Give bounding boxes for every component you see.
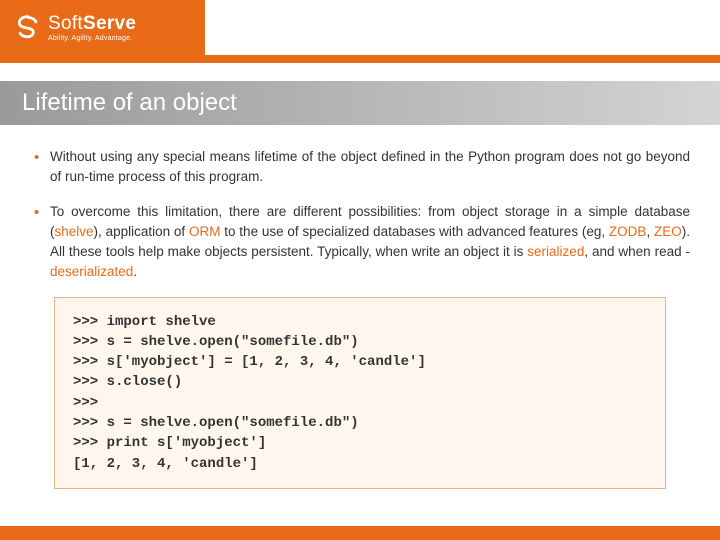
content: Without using any special means lifetime…: [0, 125, 720, 489]
bullet-text-part: .: [133, 264, 137, 279]
logo-tagline: Ability. Agility. Advantage.: [48, 35, 136, 42]
header-stripe: [0, 55, 720, 63]
title-bar: Lifetime of an object: [0, 81, 720, 125]
footer-stripe: [0, 526, 720, 540]
bullet-text-part: ), application of: [94, 224, 189, 239]
page-title: Lifetime of an object: [22, 89, 237, 117]
bullet-text: Without using any special means lifetime…: [50, 149, 690, 184]
logo-name: SoftServe: [48, 14, 136, 33]
bullet-list: Without using any special means lifetime…: [30, 147, 690, 283]
logo-text: SoftServe Ability. Agility. Advantage.: [48, 14, 136, 42]
highlight-term: ZEO: [654, 224, 682, 239]
bullet-item: To overcome this limitation, there are d…: [30, 202, 690, 283]
highlight-term: shelve: [55, 224, 94, 239]
highlight-term: deserializated: [50, 264, 133, 279]
logo-name-light: Soft: [48, 13, 83, 34]
bullet-text-part: , and when read -: [584, 244, 690, 259]
bullet-item: Without using any special means lifetime…: [30, 147, 690, 188]
logo-name-bold: Serve: [83, 13, 136, 34]
code-example: >>> import shelve >>> s = shelve.open("s…: [54, 297, 666, 489]
highlight-term: ORM: [189, 224, 221, 239]
logo: SoftServe Ability. Agility. Advantage.: [0, 0, 205, 55]
bullet-text-part: to the use of specialized databases with…: [220, 224, 608, 239]
header: SoftServe Ability. Agility. Advantage.: [0, 0, 720, 63]
logo-icon: [14, 14, 42, 42]
highlight-term: ZODB: [609, 224, 647, 239]
highlight-term: serialized: [527, 244, 584, 259]
bullet-text-part: ,: [646, 224, 654, 239]
